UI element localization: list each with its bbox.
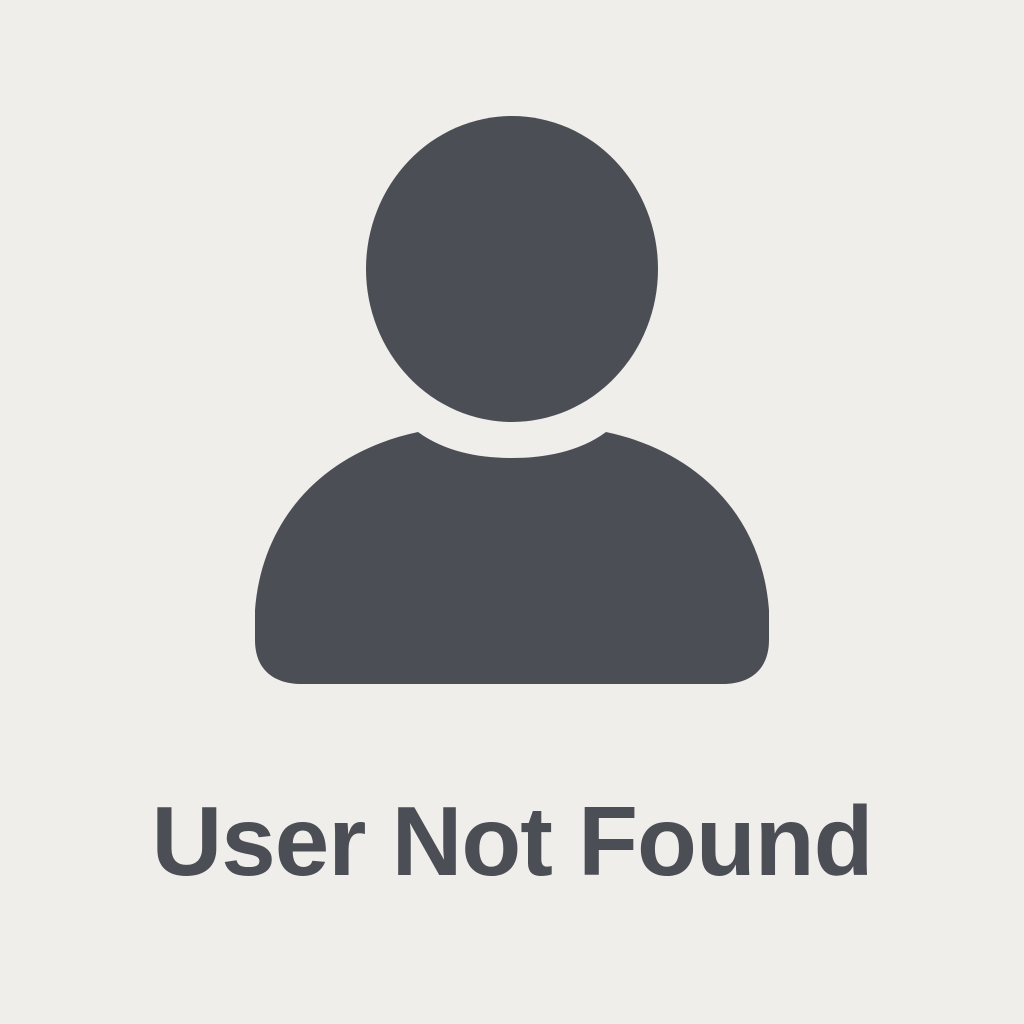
avatar-head <box>366 116 658 422</box>
user-not-found-message: User Not Found <box>151 786 874 896</box>
avatar-body <box>255 432 769 684</box>
empty-state-page: User Not Found <box>0 0 1024 1024</box>
